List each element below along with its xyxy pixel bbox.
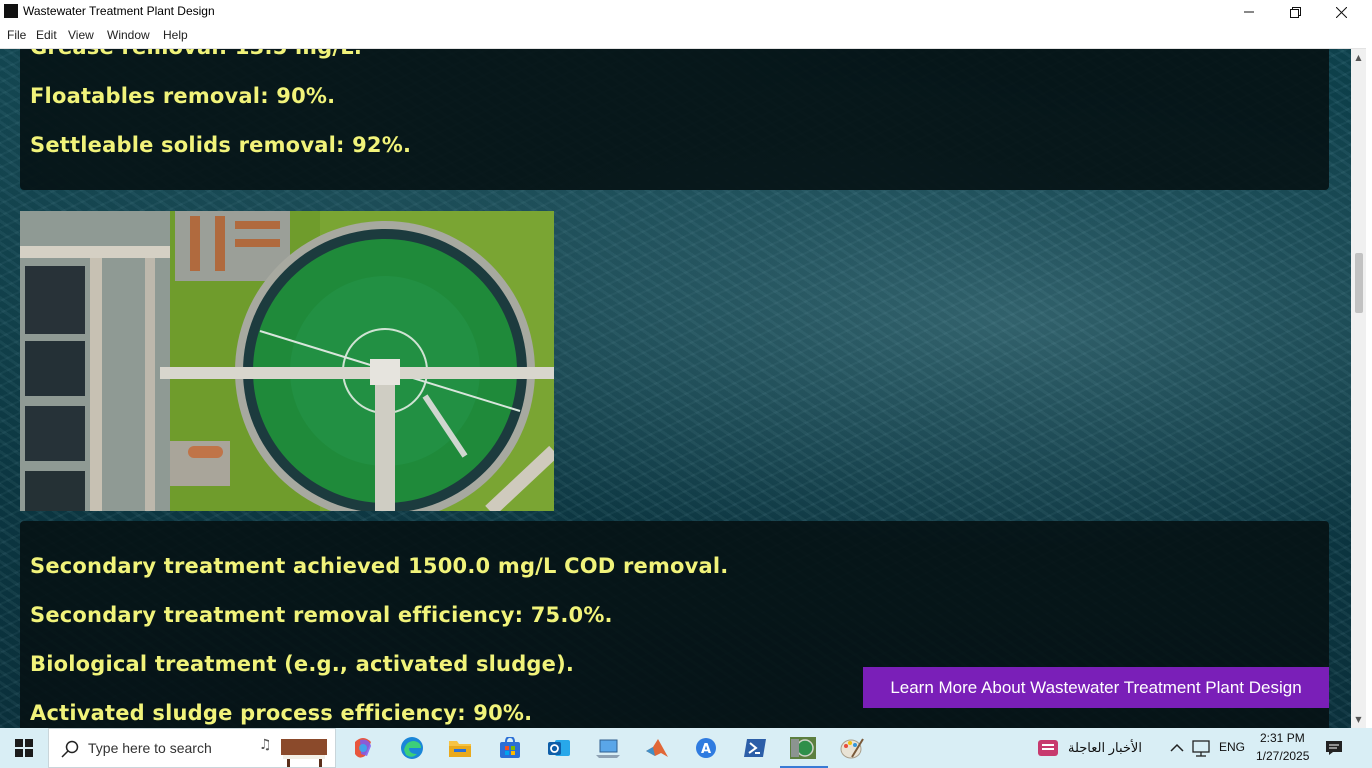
wastewater-app-button[interactable] [789,734,817,762]
taskbar: Type here to search ♫ A الأخبار العاجلة … [0,728,1372,768]
menu-window[interactable]: Window [107,28,150,42]
taskbar-search-box[interactable]: Type here to search ♫ [48,728,336,768]
vertical-scrollbar[interactable]: ▲ ▼ [1351,49,1366,728]
news-icon [1038,740,1058,756]
powershell-icon [744,739,766,757]
file-explorer-icon [449,741,471,757]
clarifier-aerial-photo [20,211,554,511]
svg-text:♫: ♫ [259,737,272,753]
copilot-icon [355,738,371,758]
result-line: Grease removal: 13.5 mg/L. [30,49,362,59]
store-button[interactable] [496,734,524,762]
app-icon [4,4,18,18]
scroll-thumb[interactable] [1355,253,1363,313]
notification-icon [1326,741,1342,755]
laptop-app-button[interactable] [594,734,622,762]
minimize-icon [1244,11,1254,13]
edge-button[interactable] [398,734,426,762]
clock-time[interactable]: 2:31 PM [1260,731,1305,745]
wastewater-app-icon [790,737,816,759]
network-button[interactable] [1187,734,1215,762]
close-icon [1335,6,1347,18]
search-icon [61,740,79,758]
app-a-icon: A [696,738,716,758]
result-line: Activated sludge process efficiency: 90%… [30,701,533,725]
menu-file[interactable]: File [7,28,26,42]
title-bar: Wastewater Treatment Plant Design [0,0,1372,24]
network-icon [1192,740,1210,757]
powershell-button[interactable] [741,734,769,762]
result-line: Floatables removal: 90%. [30,84,336,108]
language-indicator[interactable]: ENG [1219,740,1245,754]
result-line: Biological treatment (e.g., activated sl… [30,652,575,676]
restore-icon [1289,6,1301,18]
chevron-up-icon [1170,743,1184,752]
menu-edit[interactable]: Edit [36,28,57,42]
notifications-button[interactable] [1320,734,1348,762]
window-title: Wastewater Treatment Plant Design [23,4,215,18]
scroll-down-icon[interactable]: ▼ [1351,711,1366,728]
start-button[interactable] [0,728,48,768]
file-explorer-button[interactable] [446,734,474,762]
result-line: Secondary treatment removal efficiency: … [30,603,613,627]
copilot-button[interactable] [349,734,377,762]
laptop-icon [596,739,620,758]
page-content[interactable]: Grease removal: 13.5 mg/L. Floatables re… [0,49,1351,728]
news-widget-button[interactable] [1034,734,1062,762]
search-placeholder: Type here to search [88,740,212,756]
paint-icon [840,738,864,759]
svg-text:A: A [701,742,711,757]
outlook-button[interactable] [545,734,573,762]
piano-illustration-icon: ♫ [259,737,327,767]
restore-button[interactable] [1272,0,1318,24]
news-headline[interactable]: الأخبار العاجلة [1068,740,1142,756]
edge-icon [401,737,423,759]
store-icon [500,737,520,758]
window-border [1366,24,1372,728]
learn-more-button[interactable]: Learn More About Wastewater Treatment Pl… [863,667,1329,708]
app-a-button[interactable]: A [692,734,720,762]
close-button[interactable] [1318,0,1364,24]
windows-start-icon [15,739,33,757]
paint-button[interactable] [838,734,866,762]
scroll-up-icon[interactable]: ▲ [1351,49,1366,66]
primary-treatment-panel: Grease removal: 13.5 mg/L. Floatables re… [20,49,1329,190]
matlab-button[interactable] [643,734,671,762]
result-line: Settleable solids removal: 92%. [30,133,412,157]
clock-date[interactable]: 1/27/2025 [1256,749,1309,763]
matlab-icon [646,739,668,757]
menu-help[interactable]: Help [163,28,188,42]
menu-view[interactable]: View [68,28,94,42]
outlook-icon [548,740,570,756]
treatment-plant-image [20,211,554,511]
minimize-button[interactable] [1226,0,1272,24]
menu-bar: File Edit View Window Help [0,24,1372,49]
result-line: Secondary treatment achieved 1500.0 mg/L… [30,554,729,578]
